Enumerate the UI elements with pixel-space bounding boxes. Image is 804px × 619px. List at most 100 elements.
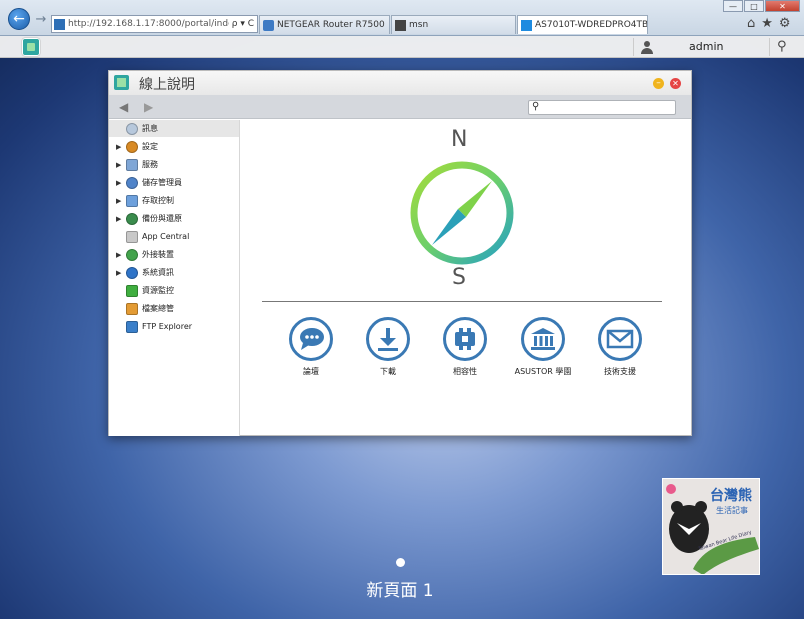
home-icon[interactable]: ⌂ bbox=[747, 16, 755, 31]
file-explorer-icon bbox=[126, 302, 138, 315]
external-devices-icon bbox=[126, 248, 138, 261]
sidebar-item-label: 外接裝置 bbox=[142, 250, 174, 259]
sidebar-item-label: FTP Explorer bbox=[142, 322, 193, 331]
access-control-icon bbox=[126, 194, 138, 207]
window-title: 線上說明 bbox=[139, 77, 195, 93]
sidebar-item-label: 資源監控 bbox=[142, 286, 174, 295]
tab-label: msn bbox=[409, 20, 429, 30]
quick-link-label: ASUSTOR 學園 bbox=[514, 367, 572, 376]
nas-desktop: admin ⚲ 線上說明 – ✕ ◀ ▶ ⚲ 訊息 ▶ 設定 ▶ 服務 ▶ 儲存管理員 ▶ 存取… bbox=[0, 36, 804, 619]
help-toolbar: ◀ ▶ ⚲ bbox=[109, 95, 691, 119]
forward-button[interactable]: ▶ bbox=[144, 100, 153, 114]
sidebar-item[interactable]: ▶ 設定 bbox=[109, 138, 239, 155]
services-icon bbox=[126, 158, 138, 171]
address-bar[interactable]: http://192.168.1.17:8000/portal/index.cg… bbox=[51, 15, 258, 33]
compass-north-label: N bbox=[451, 127, 468, 152]
quick-link-label: 論壇 bbox=[303, 367, 319, 376]
help-sidebar: 訊息 ▶ 設定 ▶ 服務 ▶ 儲存管理員 ▶ 存取控制 ▶ 備份與還原 App Central ▶ 外接裝… bbox=[109, 120, 240, 436]
online-help-window: 線上說明 – ✕ ◀ ▶ ⚲ 訊息 ▶ 設定 ▶ 服務 ▶ 儲存管理員 ▶ 存取控制 ▶ 備份與還原… bbox=[108, 70, 692, 436]
expand-arrow-icon[interactable]: ▶ bbox=[116, 269, 126, 277]
compatibility-icon bbox=[443, 317, 487, 361]
browser-tab-msn[interactable]: msn bbox=[391, 15, 516, 34]
compass-icon bbox=[126, 122, 138, 135]
divider bbox=[262, 301, 662, 302]
window-minimize-button[interactable]: — bbox=[723, 0, 743, 12]
expand-arrow-icon[interactable]: ▶ bbox=[116, 179, 126, 187]
sidebar-item-label: 存取控制 bbox=[142, 196, 174, 205]
forum-icon bbox=[289, 317, 333, 361]
back-button[interactable]: ◀ bbox=[119, 100, 128, 114]
watermark-subtitle: 生活記事 bbox=[716, 506, 748, 515]
help-search-input[interactable]: ⚲ bbox=[528, 100, 676, 115]
divider bbox=[769, 38, 770, 56]
help-app-icon bbox=[114, 75, 129, 90]
resource-monitor-icon bbox=[126, 284, 138, 297]
expand-arrow-icon[interactable]: ▶ bbox=[116, 251, 126, 259]
asustor-favicon-icon bbox=[521, 19, 532, 31]
sidebar-item-label: 服務 bbox=[142, 160, 158, 169]
gear-icon[interactable]: ⚙ bbox=[779, 16, 791, 31]
page-indicator-label: 新頁面 1 bbox=[366, 581, 434, 601]
window-maximize-button[interactable]: □ bbox=[744, 0, 764, 12]
sidebar-item[interactable]: App Central bbox=[109, 228, 239, 245]
sidebar-item-label: 儲存管理員 bbox=[142, 178, 182, 187]
tab-label: AS7010T-WDREDPRO4TB bbox=[535, 20, 648, 30]
support-link[interactable]: 技術支援 bbox=[589, 317, 651, 377]
expand-arrow-icon[interactable]: ▶ bbox=[116, 197, 126, 205]
settings-icon bbox=[126, 140, 138, 153]
watermark-title: 台灣熊 bbox=[710, 488, 752, 504]
sidebar-item[interactable]: 訊息 bbox=[109, 120, 239, 137]
compatibility-link[interactable]: 相容性 bbox=[434, 317, 496, 377]
forum-link[interactable]: 論壇 bbox=[280, 317, 342, 377]
tab-label: NETGEAR Router R7500 bbox=[277, 20, 385, 30]
user-name[interactable]: admin bbox=[689, 40, 723, 53]
msn-favicon-icon bbox=[395, 19, 406, 31]
watermark-logo: 台灣熊 生活記事 Taiwan Bear Life Diary bbox=[662, 478, 760, 575]
browser-forward-button[interactable]: → bbox=[33, 8, 49, 30]
backup-restore-icon bbox=[126, 212, 138, 225]
search-icon[interactable]: ⚲ bbox=[777, 39, 787, 54]
sidebar-item-label: 設定 bbox=[142, 142, 158, 151]
sidebar-item[interactable]: ▶ 儲存管理員 bbox=[109, 174, 239, 191]
sidebar-item-label: 備份與還原 bbox=[142, 214, 182, 223]
site-icon bbox=[54, 18, 65, 30]
sidebar-item[interactable]: 資源監控 bbox=[109, 282, 239, 299]
help-main: N S 論壇 下載 相容性 ASUSTOR 學園 技術支援 bbox=[240, 120, 692, 436]
browser-toolbar-icons: ⌂ ★ ⚙ bbox=[747, 16, 791, 31]
storage-manager-icon bbox=[126, 176, 138, 189]
quick-link-label: 相容性 bbox=[453, 367, 477, 376]
sidebar-item[interactable]: ▶ 存取控制 bbox=[109, 192, 239, 209]
college-link[interactable]: ASUSTOR 學園 bbox=[512, 317, 574, 377]
system-info-icon bbox=[126, 266, 138, 279]
close-button[interactable]: ✕ bbox=[670, 78, 681, 89]
star-icon[interactable]: ★ bbox=[761, 16, 773, 31]
college-icon bbox=[521, 317, 565, 361]
expand-arrow-icon[interactable]: ▶ bbox=[116, 215, 126, 223]
sidebar-item-label: 系統資訊 bbox=[142, 268, 174, 277]
download-link[interactable]: 下載 bbox=[357, 317, 419, 377]
expand-arrow-icon[interactable]: ▶ bbox=[116, 161, 126, 169]
quick-link-label: 下載 bbox=[380, 367, 396, 376]
address-url[interactable]: http://192.168.1.17:8000/portal/index.cg… bbox=[68, 19, 229, 29]
sidebar-item[interactable]: ▶ 備份與還原 bbox=[109, 210, 239, 227]
sidebar-item[interactable]: ▶ 系統資訊 bbox=[109, 264, 239, 281]
address-tools-icon[interactable]: ρ ▾ C bbox=[229, 19, 257, 29]
sidebar-item[interactable]: ▶ 服務 bbox=[109, 156, 239, 173]
browser-toolbar: ← → http://192.168.1.17:8000/portal/inde… bbox=[0, 0, 804, 36]
window-close-button[interactable]: ✕ bbox=[765, 0, 800, 12]
netgear-favicon-icon bbox=[263, 19, 274, 31]
window-titlebar[interactable]: 線上說明 – ✕ bbox=[109, 71, 691, 95]
browser-tab-netgear[interactable]: NETGEAR Router R7500 bbox=[259, 15, 390, 34]
desktop-taskbar: admin ⚲ bbox=[0, 36, 804, 58]
user-icon[interactable] bbox=[640, 40, 654, 54]
page-indicator-dot[interactable] bbox=[396, 558, 405, 567]
minimize-button[interactable]: – bbox=[653, 78, 664, 89]
help-app-taskbar-icon[interactable] bbox=[22, 38, 40, 56]
browser-back-button[interactable]: ← bbox=[8, 8, 30, 30]
quick-link-label: 技術支援 bbox=[604, 367, 636, 376]
browser-tab-asustor[interactable]: AS7010T-WDREDPRO4TB ✕ bbox=[517, 15, 648, 34]
expand-arrow-icon[interactable]: ▶ bbox=[116, 143, 126, 151]
sidebar-item[interactable]: ▶ 外接裝置 bbox=[109, 246, 239, 263]
sidebar-item[interactable]: 檔案總管 bbox=[109, 300, 239, 317]
sidebar-item[interactable]: FTP Explorer bbox=[109, 318, 239, 335]
